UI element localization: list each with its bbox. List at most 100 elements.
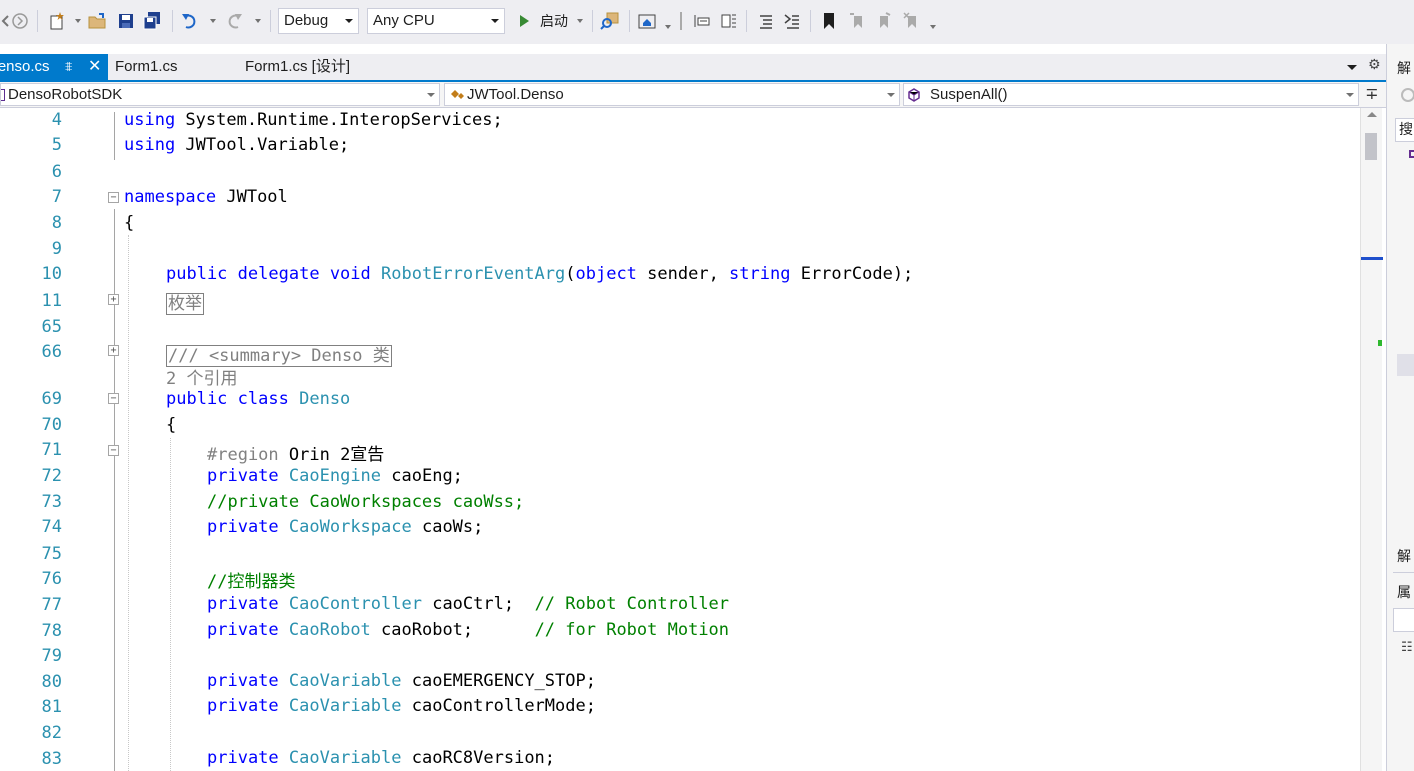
- code-line[interactable]: private CaoVariable caoRC8Version;: [207, 748, 555, 768]
- type-select[interactable]: JWTool.Denso: [444, 83, 900, 106]
- close-icon[interactable]: ✕: [88, 54, 101, 80]
- code-line[interactable]: private CaoController caoCtrl; // Robot …: [207, 594, 729, 614]
- home-icon[interactable]: [635, 9, 659, 33]
- tree-item-icon[interactable]: [1409, 150, 1414, 158]
- line-number: 69: [41, 389, 62, 409]
- back-icon[interactable]: [1401, 88, 1414, 102]
- start-button-label[interactable]: 启动: [540, 11, 568, 31]
- clear-bookmarks-icon[interactable]: [900, 9, 922, 33]
- redo-dropdown-icon[interactable]: [255, 19, 261, 23]
- keyword: namespace: [124, 187, 217, 207]
- comment-line[interactable]: //private CaoWorkspaces caoWss;: [207, 492, 524, 512]
- code-line[interactable]: using JWTool.Variable;: [124, 135, 349, 155]
- line-number: 77: [41, 595, 62, 615]
- open-file-icon[interactable]: [86, 9, 110, 33]
- tab-form1-designer[interactable]: Form1.cs [设计]: [245, 54, 350, 80]
- project-select[interactable]: DensoRobotSDK: [0, 83, 440, 106]
- code-line[interactable]: public class Denso: [166, 389, 350, 409]
- scroll-up-icon[interactable]: [1367, 112, 1377, 117]
- code-line[interactable]: private CaoWorkspace caoWs;: [207, 517, 483, 537]
- toolbar-separator: [270, 10, 271, 32]
- gear-icon[interactable]: ⚙: [1368, 57, 1381, 73]
- keyword: private: [207, 696, 279, 716]
- code-line[interactable]: private CaoVariable caoControllerMode;: [207, 696, 596, 716]
- code-line[interactable]: {: [124, 213, 134, 233]
- line-number: 78: [41, 621, 62, 641]
- panel-tab[interactable]: 解: [1397, 546, 1411, 566]
- properties-header[interactable]: 属: [1397, 582, 1411, 602]
- undo-dropdown-icon[interactable]: [210, 19, 216, 23]
- redo-icon[interactable]: [222, 9, 246, 33]
- line-number: 5: [51, 135, 62, 155]
- line-number: 82: [41, 723, 62, 743]
- toolbar-grip: [680, 12, 682, 30]
- properties-object-select[interactable]: [1393, 608, 1414, 632]
- code-line[interactable]: using System.Runtime.InteropServices;: [124, 110, 503, 130]
- undo-icon[interactable]: [178, 9, 202, 33]
- code-lens-references[interactable]: 2 个引用: [166, 364, 237, 389]
- code-line[interactable]: private CaoRobot caoRobot; // for Robot …: [207, 620, 729, 640]
- save-all-icon[interactable]: [140, 9, 164, 33]
- home-dropdown-icon[interactable]: [665, 25, 671, 29]
- method-icon: [908, 88, 920, 102]
- previous-bookmark-icon[interactable]: [846, 9, 868, 33]
- member-select[interactable]: SuspenAll(): [903, 83, 1359, 106]
- scrollbar-thumb[interactable]: [1365, 133, 1377, 160]
- line-number: 7: [51, 187, 62, 207]
- code-line[interactable]: {: [166, 415, 176, 435]
- class-icon: [451, 90, 464, 100]
- comment-line[interactable]: //控制器类: [207, 567, 295, 592]
- new-project-icon[interactable]: [45, 9, 69, 33]
- toolbar-separator: [172, 10, 173, 32]
- expand-icon[interactable]: +: [108, 345, 119, 356]
- collapsed-region-label[interactable]: 枚举: [166, 293, 204, 315]
- code-line[interactable]: public delegate void RobotErrorEventArg(…: [166, 264, 913, 284]
- code-editor[interactable]: 4 using System.Runtime.InteropServices; …: [0, 108, 1360, 771]
- forward-icon[interactable]: [10, 9, 30, 33]
- collapsed-region[interactable]: 枚举: [166, 289, 204, 315]
- tab-denso-cs[interactable]: Denso.cs ⩨ ✕: [0, 54, 108, 80]
- platform-value: Any CPU: [373, 12, 435, 29]
- collapse-icon[interactable]: −: [108, 192, 119, 203]
- code-line[interactable]: #region Orin 2宣告: [207, 440, 384, 465]
- categorized-icon[interactable]: ☷: [1401, 640, 1413, 655]
- line-number: 72: [41, 466, 62, 486]
- collapse-icon[interactable]: −: [108, 393, 119, 404]
- new-dropdown-icon[interactable]: [75, 19, 81, 23]
- next-bookmark-icon[interactable]: [872, 9, 894, 33]
- collapse-icon[interactable]: −: [108, 445, 119, 456]
- line-number: 66: [41, 342, 62, 362]
- tab-form1-cs[interactable]: Form1.cs: [115, 54, 178, 80]
- play-icon[interactable]: [514, 9, 534, 33]
- code-line[interactable]: private CaoVariable caoEMERGENCY_STOP;: [207, 671, 596, 691]
- uncomment-lines-icon[interactable]: [780, 9, 804, 33]
- line-number: 74: [41, 517, 62, 537]
- search-input[interactable]: 搜: [1395, 118, 1414, 142]
- start-dropdown-icon[interactable]: [577, 19, 583, 23]
- fold-guide: [114, 112, 115, 160]
- bookmark-icon[interactable]: [818, 9, 840, 33]
- indent-icon[interactable]: [690, 9, 714, 33]
- back-icon[interactable]: [0, 9, 10, 33]
- find-in-files-icon[interactable]: [598, 9, 622, 33]
- line-number: 80: [41, 672, 62, 692]
- line-number: 11: [41, 291, 62, 311]
- tab-list-dropdown-icon[interactable]: [1347, 65, 1357, 70]
- panel-header[interactable]: 解: [1397, 58, 1411, 78]
- comment-lines-icon[interactable]: [754, 9, 778, 33]
- configuration-select[interactable]: Debug: [278, 8, 359, 34]
- collapsed-summary[interactable]: /// <summary> Denso 类: [166, 341, 392, 367]
- save-icon[interactable]: [114, 9, 138, 33]
- line-number: 81: [41, 697, 62, 717]
- platform-select[interactable]: Any CPU: [367, 8, 505, 34]
- expand-icon[interactable]: +: [108, 294, 119, 305]
- outdent-icon[interactable]: [717, 9, 741, 33]
- pin-icon[interactable]: ⩨: [65, 54, 72, 80]
- toolbar-overflow-icon[interactable]: [930, 25, 936, 29]
- vertical-scrollbar[interactable]: [1360, 108, 1383, 771]
- project-value: DensoRobotSDK: [8, 86, 123, 103]
- solution-explorer-panel: 解 搜 解 属 ☷: [1386, 44, 1414, 771]
- code-line[interactable]: namespace JWTool: [124, 187, 288, 207]
- code-line[interactable]: private CaoEngine caoEng;: [207, 466, 463, 486]
- split-window-icon[interactable]: ∓: [1362, 84, 1382, 106]
